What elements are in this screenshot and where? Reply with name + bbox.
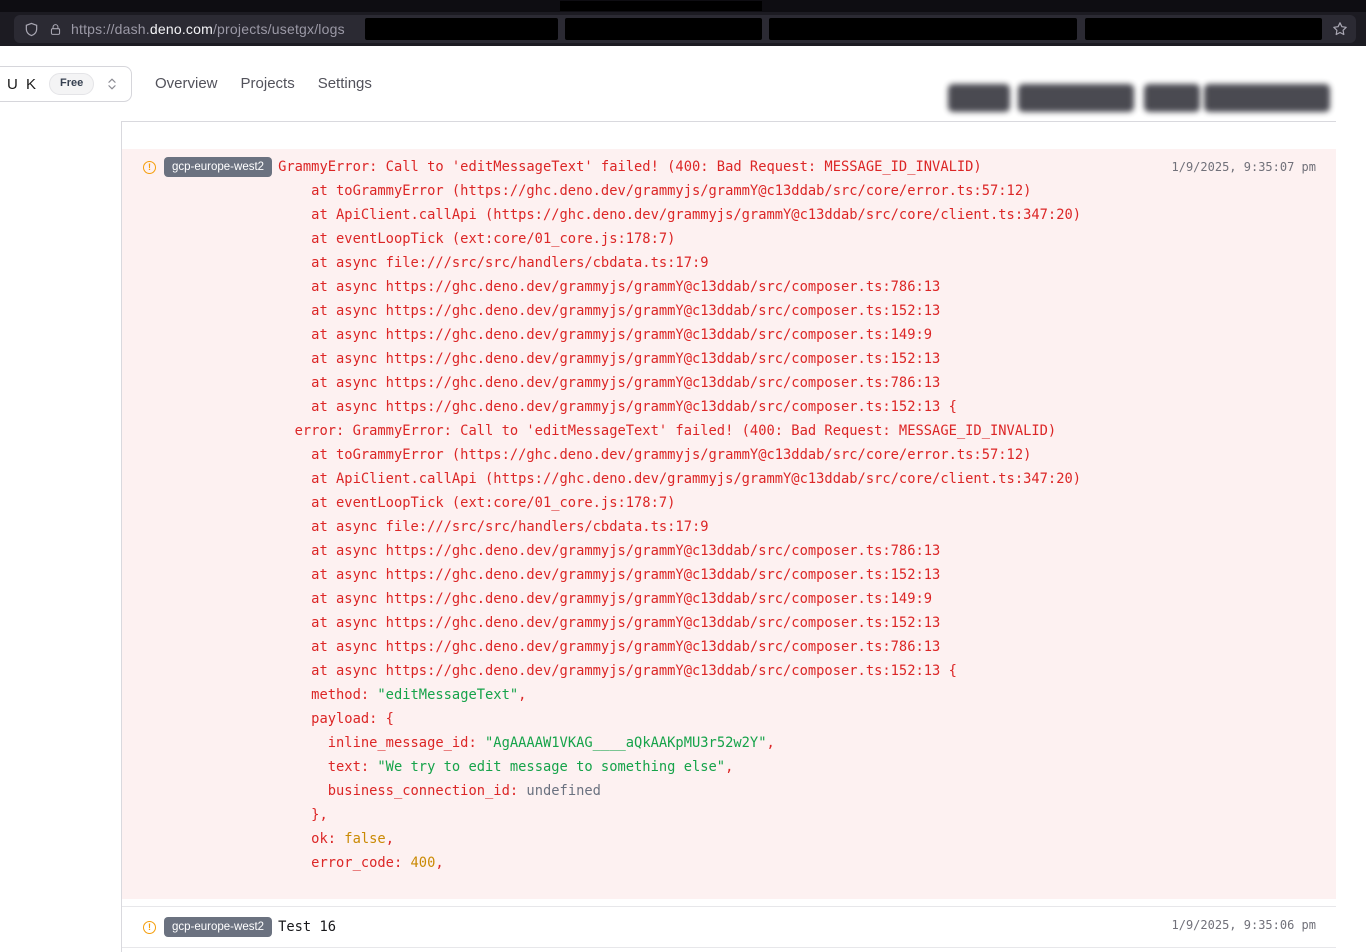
log-line: at async https://ghc.deno.dev/grammyjs/g… <box>278 299 1081 323</box>
chevron-updown-icon <box>105 77 119 91</box>
nav-overview[interactable]: Overview <box>155 75 218 92</box>
log-line: at async https://ghc.deno.dev/grammyjs/g… <box>278 275 1081 299</box>
url-path: /projects/usetgx/logs <box>213 21 345 37</box>
log-line: ok: false, <box>278 827 1081 851</box>
log-message: Test 16 <box>278 915 336 939</box>
log-line: text: "We try to edit message to somethi… <box>278 755 1081 779</box>
redacted-header-item <box>1018 84 1134 112</box>
log-line: at async https://ghc.deno.dev/grammyjs/g… <box>278 323 1081 347</box>
log-line: payload: { <box>278 707 1081 731</box>
lock-icon[interactable] <box>49 23 62 36</box>
log-list-spacer <box>122 122 1336 149</box>
region-badge: gcp-europe-west2 <box>164 157 272 176</box>
redacted-url-segment <box>1085 18 1322 40</box>
log-line: at toGrammyError (https://ghc.deno.dev/g… <box>278 443 1081 467</box>
error-level-icon: ! <box>143 161 156 174</box>
main-nav: Overview Projects Settings <box>155 46 372 121</box>
shield-icon[interactable] <box>24 22 39 37</box>
log-line: at async https://ghc.deno.dev/grammyjs/g… <box>278 611 1081 635</box>
bookmark-star-icon[interactable] <box>1332 21 1348 42</box>
log-timestamp: 1/9/2025, 9:35:06 pm <box>1172 918 1317 932</box>
redacted-url-segment <box>565 18 762 40</box>
log-entry-gutter: ! gcp-europe-west2 <box>143 155 272 179</box>
url-text: https://dash.deno.com/projects/usetgx/lo… <box>71 21 345 37</box>
log-line: GrammyError: Call to 'editMessageText' f… <box>278 155 1081 179</box>
redacted-header-item <box>948 84 1010 112</box>
log-line: at async https://ghc.deno.dev/grammyjs/g… <box>278 371 1081 395</box>
log-line: error_code: 400, <box>278 851 1081 875</box>
log-line: at async file:///src/src/handlers/cbdata… <box>278 515 1081 539</box>
redacted-tab-title <box>560 1 762 11</box>
app-header: U K Free Overview Projects Settings <box>0 46 1366 121</box>
log-line: at async https://ghc.deno.dev/grammyjs/g… <box>278 395 1081 419</box>
nav-settings[interactable]: Settings <box>318 75 372 92</box>
log-line: }, <box>278 803 1081 827</box>
log-timestamp: 1/9/2025, 9:35:07 pm <box>1172 160 1317 174</box>
log-line: at ApiClient.callApi (https://ghc.deno.d… <box>278 203 1081 227</box>
log-line: at async https://ghc.deno.dev/grammyjs/g… <box>278 347 1081 371</box>
log-message: GrammyError: Call to 'editMessageText' f… <box>278 155 1081 875</box>
log-level-icon: ! <box>143 921 156 934</box>
url-scheme: https://dash. <box>71 21 150 37</box>
redacted-header-item <box>1144 84 1200 112</box>
log-line: Test 16 <box>278 915 336 939</box>
log-line: error: GrammyError: Call to 'editMessage… <box>278 419 1081 443</box>
log-line: at eventLoopTick (ext:core/01_core.js:17… <box>278 491 1081 515</box>
nav-projects[interactable]: Projects <box>241 75 295 92</box>
log-line: method: "editMessageText", <box>278 683 1081 707</box>
account-name: U K <box>7 76 38 93</box>
log-line: at toGrammyError (https://ghc.deno.dev/g… <box>278 179 1081 203</box>
logs-panel: ! gcp-europe-west2 GrammyError: Call to 'e… <box>121 121 1336 952</box>
region-badge: gcp-europe-west2 <box>164 917 272 936</box>
log-entry-gutter: ! gcp-europe-west2 <box>143 915 272 939</box>
log-line: business_connection_id: undefined <box>278 779 1081 803</box>
log-line: at async https://ghc.deno.dev/grammyjs/g… <box>278 563 1081 587</box>
log-line: at async https://ghc.deno.dev/grammyjs/g… <box>278 539 1081 563</box>
url-domain: deno.com <box>150 21 213 37</box>
browser-toolbar: https://dash.deno.com/projects/usetgx/lo… <box>0 12 1366 46</box>
log-line: at async https://ghc.deno.dev/grammyjs/g… <box>278 587 1081 611</box>
redacted-url-segment <box>769 18 1077 40</box>
browser-chrome: https://dash.deno.com/projects/usetgx/lo… <box>0 0 1366 46</box>
log-list: ! gcp-europe-west2 GrammyError: Call to 'e… <box>122 149 1336 948</box>
log-line: at async file:///src/src/handlers/cbdata… <box>278 251 1081 275</box>
log-entry: ! gcp-europe-west2 Test 16 1/9/2025, 9:35:0… <box>122 906 1336 948</box>
redacted-header-item <box>1204 84 1330 112</box>
log-line: inline_message_id: "AgAAAAW1VKAG____aQkA… <box>278 731 1081 755</box>
browser-tab-strip <box>0 0 1366 12</box>
log-line: at ApiClient.callApi (https://ghc.deno.d… <box>278 467 1081 491</box>
log-line: at async https://ghc.deno.dev/grammyjs/g… <box>278 635 1081 659</box>
account-switcher[interactable]: U K Free <box>0 66 132 102</box>
plan-badge: Free <box>49 73 94 94</box>
log-line: at async https://ghc.deno.dev/grammyjs/g… <box>278 659 1081 683</box>
log-entry: ! gcp-europe-west2 GrammyError: Call to 'e… <box>122 149 1336 899</box>
address-bar[interactable]: https://dash.deno.com/projects/usetgx/lo… <box>14 15 1356 43</box>
redacted-url-segment <box>365 18 558 40</box>
log-line: at eventLoopTick (ext:core/01_core.js:17… <box>278 227 1081 251</box>
